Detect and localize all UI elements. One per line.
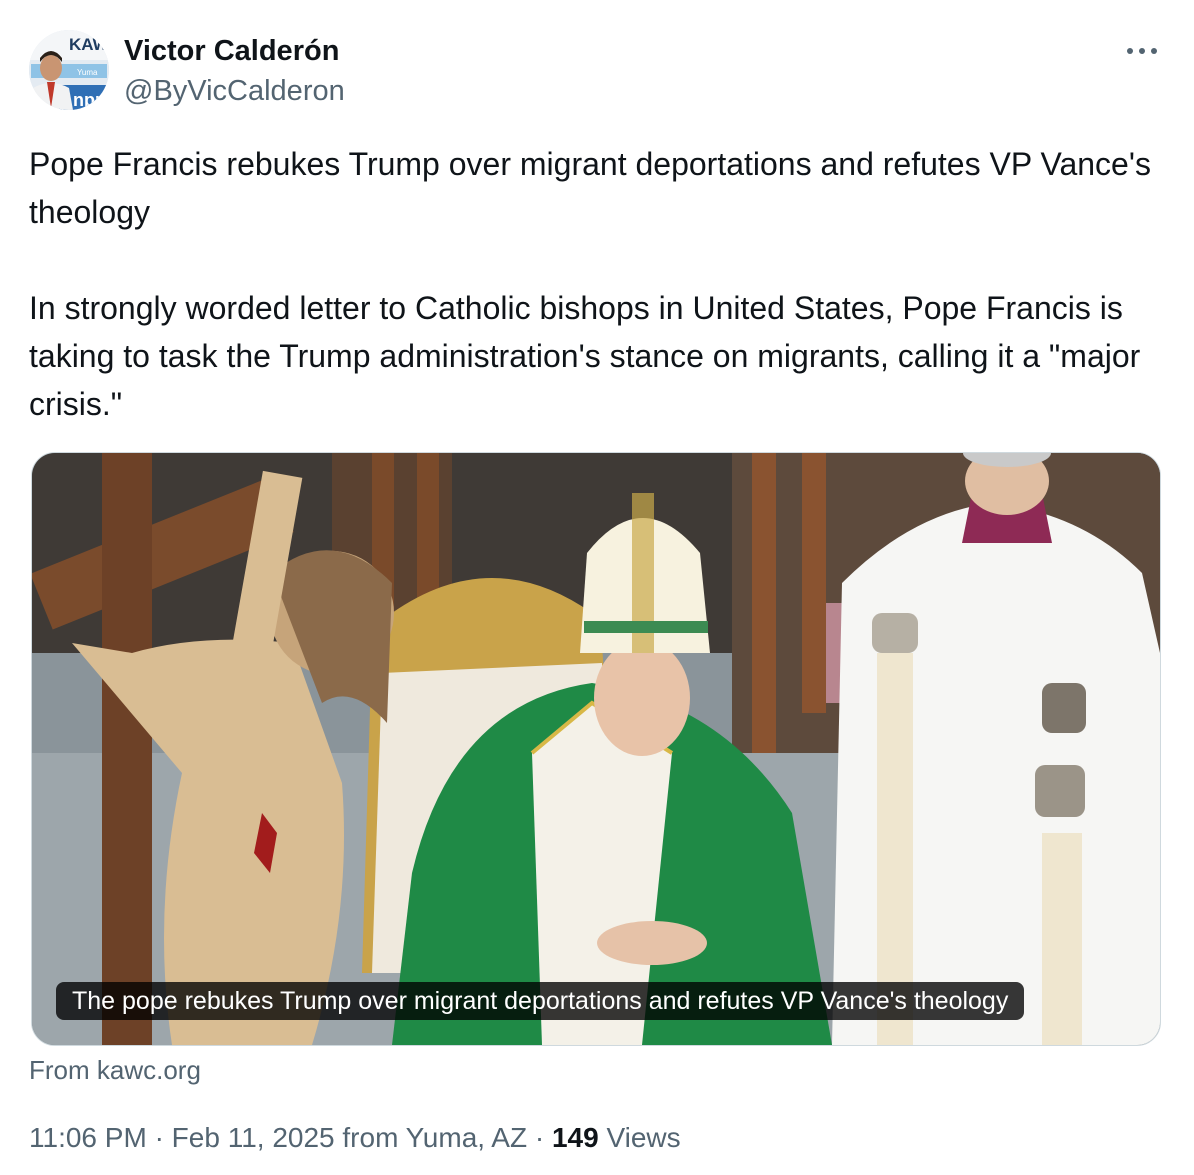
tweet-paragraph: In strongly worded letter to Catholic bi… bbox=[29, 290, 1141, 422]
tweet-location: from Yuma, AZ bbox=[342, 1122, 528, 1153]
views-label: Views bbox=[606, 1122, 681, 1153]
avatar-subtext: Yuma bbox=[77, 68, 98, 77]
meta-separator: · bbox=[154, 1122, 164, 1153]
avatar-npr-text: npr bbox=[73, 90, 102, 110]
link-card[interactable]: The pope rebukes Trump over migrant depo… bbox=[31, 452, 1161, 1046]
avatar-logo-text: KAW bbox=[69, 35, 109, 54]
author-name[interactable]: Victor Calderón bbox=[124, 34, 339, 68]
tweet-paragraph: Pope Francis rebukes Trump over migrant … bbox=[29, 146, 1151, 230]
ellipsis-icon bbox=[1127, 48, 1157, 54]
card-image bbox=[32, 453, 1160, 1045]
tweet-date: Feb 11, 2025 bbox=[171, 1122, 335, 1153]
author-handle[interactable]: @ByVicCalderon bbox=[124, 74, 345, 108]
card-source[interactable]: From kawc.org bbox=[29, 1054, 201, 1086]
author-avatar[interactable]: KAW Yuma npr bbox=[29, 30, 109, 110]
tweet-meta: 11:06 PM · Feb 11, 2025 from Yuma, AZ · … bbox=[29, 1120, 681, 1156]
meta-separator: · bbox=[534, 1122, 545, 1153]
tweet-time-link[interactable]: 11:06 PM · Feb 11, 2025 bbox=[29, 1122, 335, 1153]
views-count: 149 bbox=[551, 1122, 599, 1153]
avatar-image: KAW Yuma npr bbox=[29, 30, 109, 110]
tweet-time: 11:06 PM bbox=[29, 1122, 147, 1153]
more-options-button[interactable] bbox=[1124, 34, 1164, 68]
tweet-text: Pope Francis rebukes Trump over migrant … bbox=[29, 140, 1169, 428]
card-caption: The pope rebukes Trump over migrant depo… bbox=[56, 982, 1025, 1020]
